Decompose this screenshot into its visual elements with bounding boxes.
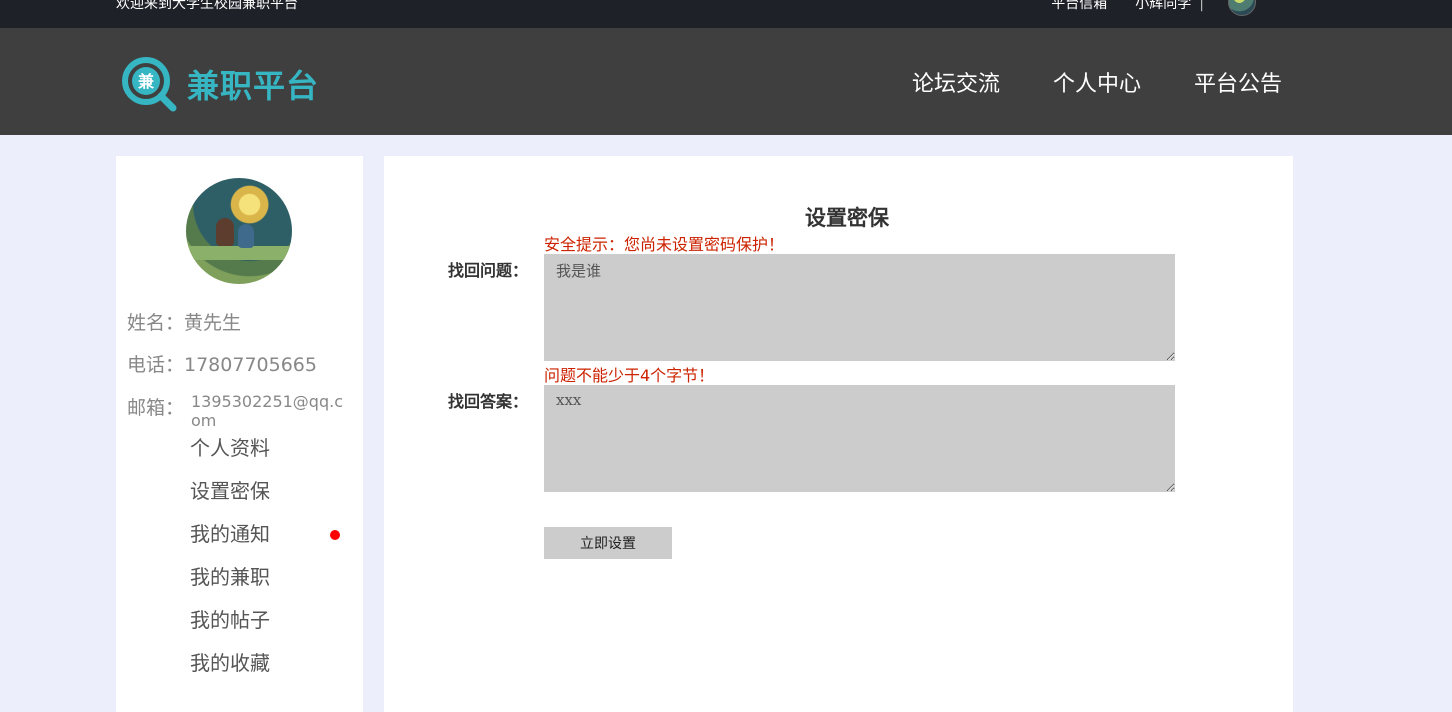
question-label: 找回问题： [448,261,529,280]
security-hint: 安全提示：您尚未设置密码保护！ [544,235,785,254]
sidebar-item-label: 我的通知 [190,522,270,546]
mailbox-link[interactable]: 平台信箱 [1051,0,1107,14]
top-bar: 欢迎来到大学生校园兼职平台 平台信箱 小辉同学 | [0,0,1452,28]
separator: | [1199,0,1204,12]
page-title: 设置密保 [805,206,889,230]
nav-forum[interactable]: 论坛交流 [912,66,1000,98]
answer-label: 找回答案： [448,392,529,411]
username-link[interactable]: 小辉同学 [1135,0,1191,14]
phone-row: 电话：17807705665 [127,354,317,376]
welcome-text: 欢迎来到大学生校园兼职平台 [116,0,298,12]
sidebar-menu: 个人资料 设置密保 我的通知 我的兼职 我的帖子 我的收藏 [190,434,350,692]
navbar: 兼 兼职平台 论坛交流 个人中心 平台公告 [0,28,1452,135]
top-bar-right: 平台信箱 小辉同学 | [1051,0,1216,14]
sidebar-item-favorites[interactable]: 我的收藏 [190,649,350,692]
question-error: 问题不能少于4个字节！ [544,366,715,385]
security-form-panel: 设置密保 安全提示：您尚未设置密码保护！ 找回问题： 我是谁 问题不能少于4个字… [384,156,1293,712]
nav-personal-center[interactable]: 个人中心 [1053,66,1141,98]
sidebar-item-my-posts[interactable]: 我的帖子 [190,606,350,649]
logo-char: 兼 [138,72,154,91]
profile-sidebar: 姓名：黄先生 电话：17807705665 邮箱： 1395302251@qq.… [116,156,363,712]
question-input[interactable]: 我是谁 [544,254,1175,361]
avatar [186,178,292,284]
sidebar-item-security-question[interactable]: 设置密保 [190,477,350,520]
email-value: 1395302251@qq.com [191,392,343,430]
sidebar-item-profile[interactable]: 个人资料 [190,434,350,477]
logo[interactable]: 兼 兼职平台 [121,56,319,112]
answer-input[interactable]: xxx [544,385,1175,492]
sidebar-item-notifications[interactable]: 我的通知 [190,520,350,563]
submit-button[interactable]: 立即设置 [544,527,672,559]
logo-text: 兼职平台 [187,67,320,105]
nav-announcements[interactable]: 平台公告 [1194,66,1282,98]
sidebar-item-my-jobs[interactable]: 我的兼职 [190,563,350,606]
name-row: 姓名：黄先生 [127,312,242,334]
notification-dot [330,530,340,540]
email-label: 邮箱： [127,397,185,419]
magnifier-logo-icon: 兼 [121,56,177,112]
main-nav: 论坛交流 个人中心 平台公告 [859,66,1282,98]
user-avatar-small[interactable] [1228,0,1256,16]
